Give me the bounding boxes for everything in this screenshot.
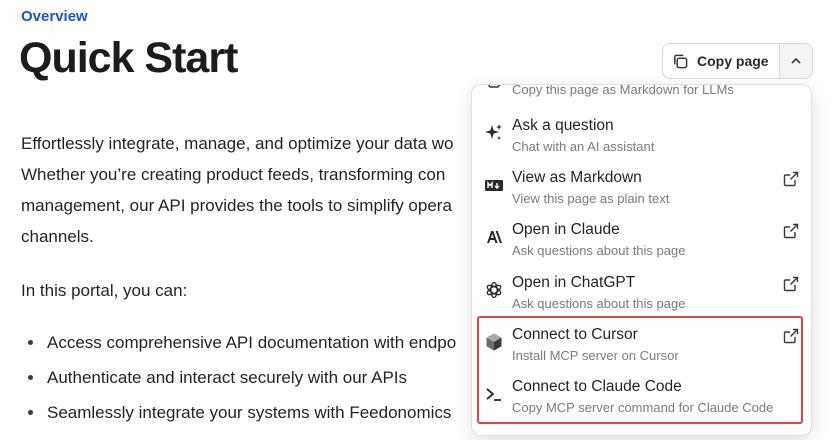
intro-paragraph: Effortlessly integrate, manage, and opti… [21,128,481,252]
menu-item-title: Open in ChatGPT [512,274,636,291]
external-link-icon [783,223,799,239]
breadcrumb[interactable]: Overview [21,8,88,25]
intro-line: management, our API provides the tools t… [21,196,452,215]
external-link-icon [783,171,799,187]
terminal-icon [486,388,501,401]
menu-item-desc: Ask questions about this page [512,243,686,258]
list-item: Access comprehensive API documentation w… [21,325,456,360]
menu-item-title: Connect to Claude Code [512,378,682,395]
intro-line: Effortlessly integrate, manage, and opti… [21,134,454,153]
copy-page-control: Copy page [662,43,813,79]
menu-item-connect-cursor[interactable]: Connect to Cursor Install MCP server on … [472,320,811,372]
menu-item-title: View as Markdown [512,169,642,186]
menu-item-open-claude[interactable]: Open in Claude Ask questions about this … [472,215,811,267]
copy-page-menu: Copy this page as Markdown for LLMs Ask … [471,84,812,436]
copy-page-button[interactable]: Copy page [663,44,780,78]
menu-item-desc: Ask questions about this page [512,296,686,311]
copy-dropdown-toggle[interactable] [779,44,812,78]
markdown-icon [485,180,503,191]
external-link-icon [783,276,799,292]
openai-icon [486,281,502,299]
cursor-icon [486,333,502,351]
menu-item-copy-markdown[interactable]: Copy this page as Markdown for LLMs [472,85,811,103]
menu-item-title: Ask a question [512,117,614,134]
menu-item-open-chatgpt[interactable]: Open in ChatGPT Ask questions about this… [472,268,811,320]
menu-item-desc: Install MCP server on Cursor [512,348,679,363]
menu-item-desc: Copy MCP server command for Claude Code [512,400,774,415]
sparkles-icon [485,124,502,140]
copy-page-label: Copy page [697,53,769,69]
anthropic-icon [487,231,502,243]
menu-item-desc: View this page as plain text [512,191,670,206]
chevron-up-icon [791,57,801,64]
copy-icon [488,85,500,88]
portal-text: In this portal, you can: [21,281,188,300]
menu-item-view-markdown[interactable]: View as Markdown View this page as plain… [472,163,811,215]
menu-item-connect-claude-code[interactable]: Connect to Claude Code Copy MCP server c… [472,372,811,424]
intro-line: Whether you’re creating product feeds, t… [21,165,446,184]
menu-item-title: Connect to Cursor [512,326,638,343]
menu-item-desc: Copy this page as Markdown for LLMs [512,84,734,97]
copy-icon [674,54,688,68]
page-title: Quick Start [19,34,238,82]
list-item: Authenticate and interact securely with … [21,360,456,395]
menu-item-title: Open in Claude [512,221,620,238]
menu-item-ask-question[interactable]: Ask a question Chat with an AI assistant [472,111,811,163]
menu-item-desc: Chat with an AI assistant [512,139,655,154]
list-item: Seamlessly integrate your systems with F… [21,395,456,430]
intro-line: channels. [21,227,94,246]
external-link-icon [783,328,799,344]
feature-list: Access comprehensive API documentation w… [21,325,456,430]
